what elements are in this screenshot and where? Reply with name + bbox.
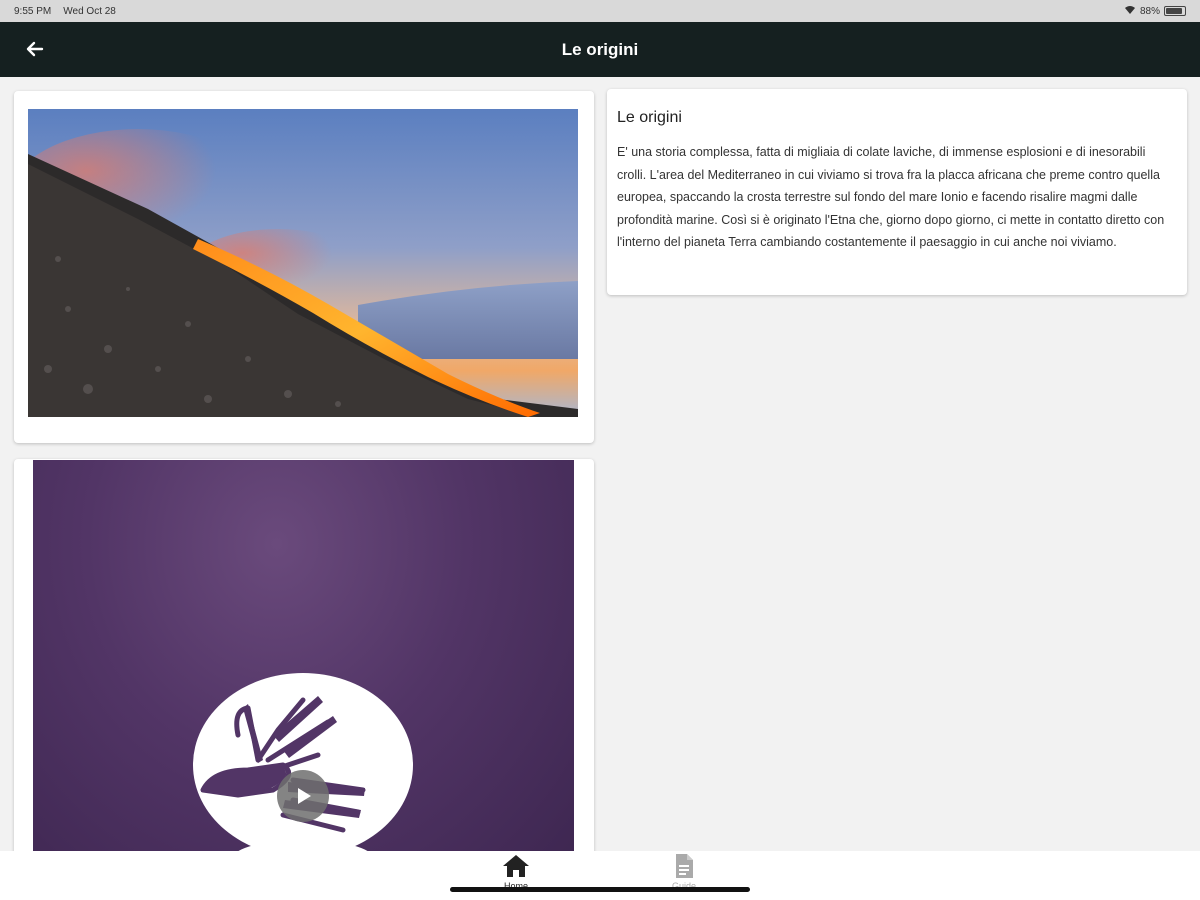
lava-flow-image bbox=[28, 109, 578, 417]
back-button[interactable] bbox=[20, 34, 50, 64]
play-icon bbox=[298, 788, 311, 804]
wifi-icon bbox=[1124, 5, 1136, 18]
status-time: 9:55 PM bbox=[14, 5, 52, 17]
video-card bbox=[14, 459, 594, 851]
document-icon bbox=[676, 854, 693, 878]
battery-percent: 88% bbox=[1139, 5, 1160, 17]
content-area[interactable]: Le origini E' una storia complessa, fatt… bbox=[0, 77, 1200, 851]
image-card bbox=[14, 91, 594, 443]
bottom-navigation: Home Guide bbox=[0, 851, 1200, 900]
status-date: Wed Oct 28 bbox=[63, 5, 116, 17]
arrow-left-icon bbox=[26, 41, 44, 57]
play-button[interactable] bbox=[277, 770, 329, 822]
status-bar: 9:55 PM Wed Oct 28 88% bbox=[0, 0, 1200, 22]
nav-item-home[interactable]: Home bbox=[476, 853, 556, 891]
video-player[interactable] bbox=[33, 460, 574, 851]
page-title: Le origini bbox=[561, 39, 639, 59]
home-indicator bbox=[450, 887, 750, 892]
card-body-text: E' una storia complessa, fatta di miglia… bbox=[617, 145, 1165, 249]
app-bar: Le origini bbox=[0, 22, 1200, 77]
battery-icon bbox=[1164, 6, 1186, 16]
nav-item-guide[interactable]: Guide bbox=[644, 853, 724, 891]
home-icon bbox=[503, 855, 529, 877]
text-card: Le origini E' una storia complessa, fatt… bbox=[607, 89, 1187, 295]
card-title: Le origini bbox=[617, 109, 682, 126]
